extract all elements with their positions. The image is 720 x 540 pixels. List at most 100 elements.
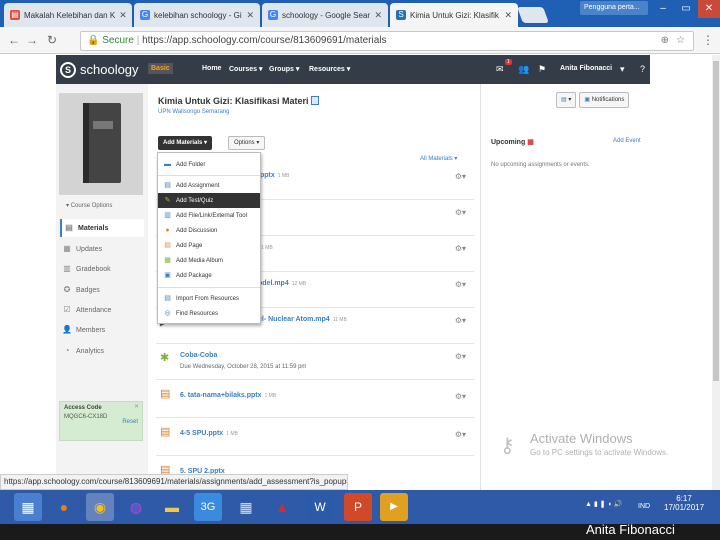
browser-tab-1[interactable]: ▤ Makalah Kelebihan dan K ✕ (4, 3, 132, 27)
menu-item-add-file-link[interactable]: ▥ Add File/Link/External Tool (158, 208, 260, 223)
material-title[interactable]: 6. tata-nama+bilaks.pptx 1 MB (180, 392, 276, 399)
sidebar-item-analytics[interactable]: ◔ Analytics (60, 342, 144, 360)
material-title[interactable]: 4-5 SPU.pptx 1 MB (180, 430, 238, 437)
material-title[interactable]: el- Nuclear Atom.mp4 11 MB (258, 316, 347, 323)
page-scrollbar[interactable] (712, 55, 720, 490)
close-icon[interactable]: ✕ (246, 10, 254, 21)
sidebar-item-updates[interactable]: ▦ Updates (60, 240, 144, 258)
nav-courses[interactable]: Courses ▾ (229, 65, 262, 73)
sidebar-item-gradebook[interactable]: ▥ Gradebook (60, 260, 144, 278)
material-size: 1 MB (264, 393, 277, 399)
notifications-icon: ▣ (584, 97, 591, 103)
sidebar-item-members[interactable]: 👤 Members (60, 321, 144, 339)
close-icon[interactable]: ✕ (374, 10, 382, 21)
powerpoint-icon[interactable]: P (344, 493, 372, 521)
minimize-icon[interactable]: – (652, 0, 674, 18)
chrome-icon[interactable]: ◉ (86, 493, 114, 521)
notifications-icon[interactable]: ⚑ (538, 64, 546, 75)
menu-icon[interactable]: ⋮ (700, 32, 716, 48)
browser-tab-4[interactable]: S Kimia Untuk Gizi: Klasifik ✕ (390, 3, 518, 27)
menu-item-add-discussion[interactable]: ● Add Discussion (158, 223, 260, 238)
word-icon[interactable]: W (306, 493, 334, 521)
taskbar-clock[interactable]: 6:17 17/01/2017 (664, 494, 704, 512)
menu-item-add-page[interactable]: ▤ Add Page (158, 238, 260, 253)
gear-icon[interactable]: ⚙▾ (455, 172, 466, 181)
material-row[interactable]: ✱ Coba-Coba Due Wednesday, October 28, 2… (156, 344, 474, 380)
tab-title: kelebihan schoology - Gi (154, 10, 242, 20)
menu-item-add-package[interactable]: ▣ Add Package (158, 268, 260, 283)
nav-courses-label: Courses (229, 66, 258, 73)
close-icon[interactable]: ✕ (119, 10, 127, 21)
firefox-icon[interactable]: ● (50, 493, 78, 521)
messages-icon[interactable]: ✉ (496, 64, 504, 75)
gear-icon[interactable]: ⚙▾ (455, 280, 466, 289)
gear-icon[interactable]: ⚙▾ (455, 430, 466, 439)
requests-icon[interactable]: 👥 (518, 64, 529, 75)
user-name[interactable]: Anita Fibonacci (560, 65, 612, 72)
menu-item-label: Add Assignment (176, 182, 220, 189)
sidebar-item-attendance[interactable]: ☑ Attendance (60, 301, 144, 319)
reset-link[interactable]: Reset (122, 419, 138, 425)
nav-resources[interactable]: Resources ▾ (309, 65, 350, 73)
menu-item-import-resources[interactable]: ▤ Import From Resources (158, 291, 260, 306)
maximize-icon[interactable]: ▭ (675, 0, 697, 18)
media-icon[interactable]: ◍ (122, 493, 150, 521)
material-title[interactable]: odel.mp4 12 MB (258, 280, 306, 287)
menu-item-label: Add Page (176, 242, 203, 249)
3g-modem-icon[interactable]: 3G (194, 493, 222, 521)
gear-icon[interactable]: ⚙▾ (455, 244, 466, 253)
forward-icon[interactable]: → (24, 32, 40, 48)
folder-icon[interactable]: ▬ (158, 493, 186, 521)
gear-icon[interactable]: ⚙▾ (455, 352, 466, 361)
material-title[interactable]: Coba-Coba (180, 352, 217, 359)
apps-grid-icon[interactable]: ▦ (232, 493, 260, 521)
input-language[interactable]: IND (638, 503, 650, 510)
menu-item-find-resources[interactable]: ◎ Find Resources (158, 306, 260, 321)
nav-home[interactable]: Home (202, 65, 221, 72)
sidebar-item-materials[interactable]: ▤ Materials (60, 219, 144, 237)
notifications-button[interactable]: ▣ Notifications (579, 92, 630, 108)
menu-item-add-media-album[interactable]: ▦ Add Media Album (158, 253, 260, 268)
gear-icon[interactable]: ⚙▾ (455, 208, 466, 217)
edit-title-icon[interactable] (311, 96, 320, 105)
options-button[interactable]: Options ▾ (228, 136, 266, 150)
profile-chip[interactable]: Pengguna perta... (580, 1, 648, 15)
browser-tab-2[interactable]: G kelebihan schoology - Gi ✕ (134, 3, 260, 27)
browser-tab-3[interactable]: G schoology - Google Sear ✕ (262, 3, 388, 27)
explorer-desktop-icon[interactable]: ▦ (14, 493, 42, 521)
nav-groups[interactable]: Groups ▾ (269, 65, 299, 73)
acrobat-icon[interactable]: ▲ (268, 493, 296, 521)
help-icon[interactable]: ? (640, 64, 645, 74)
add-materials-button[interactable]: Add Materials ▾ (158, 136, 213, 150)
url-input[interactable]: 🔒 Secure | https://app.schoology.com/cou… (80, 31, 694, 51)
material-title-text: 4-5 SPU.pptx (180, 430, 224, 437)
import-icon: ▤ (164, 295, 171, 302)
gear-icon[interactable]: ⚙▾ (455, 316, 466, 325)
material-row[interactable]: ▤ 6. tata-nama+bilaks.pptx 1 MB ⚙▾ (156, 380, 474, 418)
close-icon[interactable]: ✕ (504, 10, 512, 21)
scrollbar-thumb[interactable] (713, 61, 719, 381)
material-title[interactable]: .pptx 1 MB (258, 172, 289, 179)
gear-icon[interactable]: ⚙▾ (455, 392, 466, 401)
zoom-icon[interactable]: ⊕ (661, 32, 669, 50)
window-close-icon[interactable]: ✕ (698, 0, 720, 18)
close-icon[interactable]: ✕ (134, 403, 139, 410)
new-tab-button[interactable] (517, 7, 549, 23)
course-options-link[interactable]: ▾ Course Options (66, 202, 112, 209)
media-player-icon[interactable]: ▶ (380, 493, 408, 521)
menu-item-add-folder[interactable]: ▬ Add Folder (158, 157, 260, 172)
logo-s-icon: S (60, 61, 76, 78)
sidebar-item-badges[interactable]: ✪ Badges (60, 281, 144, 299)
back-icon[interactable]: ← (6, 32, 22, 48)
schoology-logo[interactable]: S schoology (60, 61, 139, 78)
menu-item-add-assignment[interactable]: ▤ Add Assignment (158, 178, 260, 193)
menu-item-add-test-quiz[interactable]: ✎ Add Test/Quiz (158, 193, 260, 208)
material-row[interactable]: ▤ 4-5 SPU.pptx 1 MB ⚙▾ (156, 418, 474, 456)
all-materials-filter[interactable]: All Materials ▾ (420, 155, 457, 162)
user-menu-chevron-icon[interactable]: ▾ (620, 64, 625, 75)
course-tools-button[interactable]: ▤ ▾ (556, 92, 577, 108)
system-tray-icons[interactable]: ▲ ▮ ❚ ◖ 🔊 (585, 500, 622, 508)
star-icon[interactable]: ☆ (676, 32, 685, 50)
add-event-link[interactable]: Add Event (613, 138, 641, 144)
reload-icon[interactable]: ↻ (44, 32, 60, 48)
